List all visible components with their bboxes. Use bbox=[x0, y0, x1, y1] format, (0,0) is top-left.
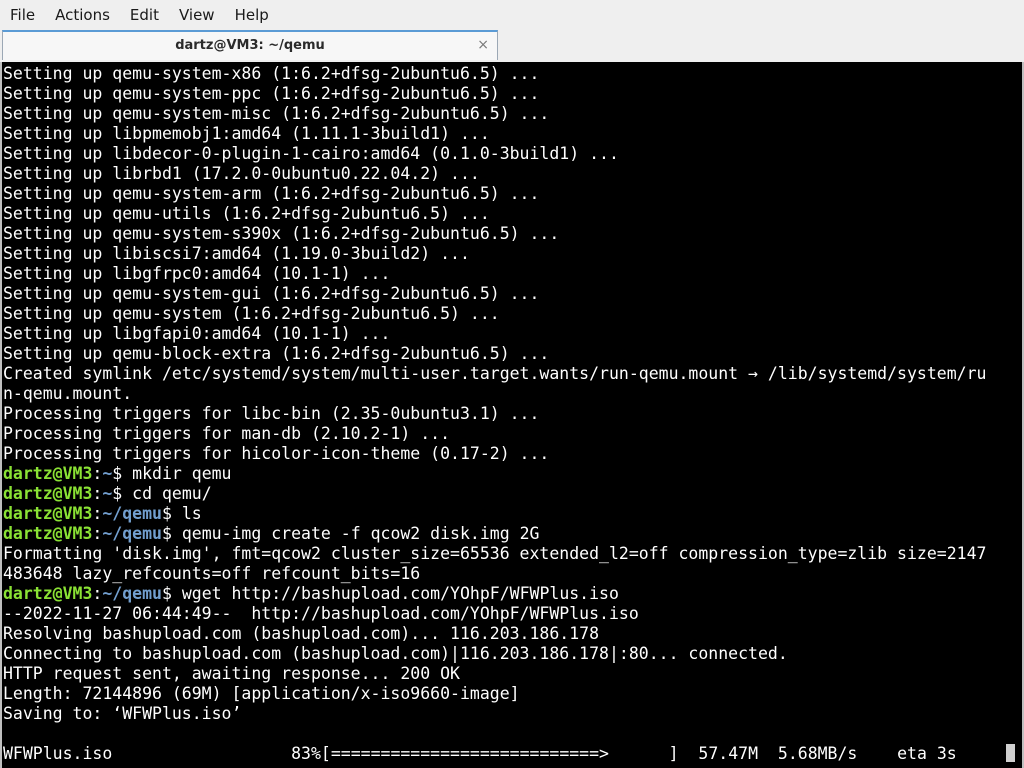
terminal-window[interactable]: Setting up qemu-system-x86 (1:6.2+dfsg-2… bbox=[0, 62, 1024, 768]
output-line: Length: 72144896 (69M) [application/x-is… bbox=[3, 684, 520, 703]
output-line: Setting up qemu-block-extra (1:6.2+dfsg-… bbox=[3, 344, 550, 363]
output-line: Setting up libgfapi0:amd64 (10.1-1) ... bbox=[3, 324, 391, 343]
prompt-user: dartz@VM3 bbox=[3, 504, 93, 523]
download-progress: WFWPlus.iso 83%[========================… bbox=[3, 744, 1016, 764]
progress-filename: WFWPlus.iso bbox=[3, 744, 113, 763]
command-text: qemu-img create -f qcow2 disk.img 2G bbox=[181, 524, 540, 543]
tab-bar: dartz@VM3: ~/qemu × bbox=[0, 30, 1024, 63]
prompt-line: dartz@VM3:~/qemu$ ls bbox=[3, 504, 1013, 524]
menu-bar: File Actions Edit View Help bbox=[0, 0, 1024, 30]
prompt-colon: : bbox=[92, 484, 103, 503]
prompt-line: dartz@VM3:~/qemu$ wget http://bashupload… bbox=[3, 584, 1013, 604]
command-text: cd qemu/ bbox=[132, 484, 212, 503]
close-icon[interactable]: × bbox=[477, 32, 489, 58]
output-line: Processing triggers for man-db (2.10.2-1… bbox=[3, 424, 451, 443]
output-line: --2022-11-27 06:44:49-- http://bashuploa… bbox=[3, 604, 639, 623]
progress-speed: 5.68MB/s bbox=[777, 744, 858, 763]
progress-percent: 83% bbox=[291, 744, 321, 763]
terminal-output: Setting up qemu-system-x86 (1:6.2+dfsg-2… bbox=[3, 64, 1013, 724]
terminal-cursor bbox=[1006, 744, 1016, 762]
output-line: Setting up libgfrpc0:amd64 (10.1-1) ... bbox=[3, 264, 391, 283]
output-line: Setting up qemu-system-arm (1:6.2+dfsg-2… bbox=[3, 184, 540, 203]
menu-file[interactable]: File bbox=[0, 0, 45, 30]
progress-received: 57.47M bbox=[698, 744, 759, 763]
progress-eta-label: eta bbox=[897, 744, 927, 763]
output-line: Connecting to bashupload.com (bashupload… bbox=[3, 644, 788, 663]
output-line: Created symlink /etc/systemd/system/mult… bbox=[3, 364, 987, 383]
output-line: Setting up qemu-utils (1:6.2+dfsg-2ubunt… bbox=[3, 204, 490, 223]
prompt-path: ~/qemu bbox=[102, 524, 162, 543]
prompt-colon: : bbox=[92, 584, 103, 603]
tab-title: dartz@VM3: ~/qemu bbox=[175, 38, 325, 53]
prompt-user: dartz@VM3 bbox=[3, 524, 93, 543]
menu-help[interactable]: Help bbox=[225, 0, 279, 30]
prompt-dollar: $ bbox=[161, 504, 182, 523]
output-line: Setting up qemu-system-ppc (1:6.2+dfsg-2… bbox=[3, 84, 540, 103]
prompt-dollar: $ bbox=[161, 584, 182, 603]
output-line: Setting up libdecor-0-plugin-1-cairo:amd… bbox=[3, 144, 619, 163]
output-line: Setting up qemu-system-gui (1:6.2+dfsg-2… bbox=[3, 284, 540, 303]
prompt-path: ~ bbox=[102, 484, 113, 503]
output-line: Setting up qemu-system-x86 (1:6.2+dfsg-2… bbox=[3, 64, 540, 83]
prompt-colon: : bbox=[92, 504, 103, 523]
output-line: n-qemu.mount. bbox=[3, 384, 133, 403]
prompt-line: dartz@VM3:~$ cd qemu/ bbox=[3, 484, 1013, 504]
prompt-dollar: $ bbox=[112, 464, 133, 483]
prompt-dollar: $ bbox=[112, 484, 133, 503]
menu-view[interactable]: View bbox=[169, 0, 225, 30]
output-line: HTTP request sent, awaiting response... … bbox=[3, 664, 460, 683]
output-line: Setting up libiscsi7:amd64 (1.19.0-3buil… bbox=[3, 244, 470, 263]
prompt-path: ~/qemu bbox=[102, 584, 162, 603]
command-text: mkdir qemu bbox=[132, 464, 232, 483]
output-line: Setting up libpmemobj1:amd64 (1.11.1-3bu… bbox=[3, 124, 490, 143]
output-line: Saving to: ‘WFWPlus.iso’ bbox=[3, 704, 242, 723]
output-line: Setting up librbd1 (17.2.0-0ubuntu0.22.0… bbox=[3, 164, 480, 183]
menu-actions[interactable]: Actions bbox=[45, 0, 120, 30]
output-line: Setting up qemu-system-s390x (1:6.2+dfsg… bbox=[3, 224, 560, 243]
output-line: Processing triggers for hicolor-icon-the… bbox=[3, 444, 550, 463]
menu-edit[interactable]: Edit bbox=[120, 0, 169, 30]
prompt-line: dartz@VM3:~$ mkdir qemu bbox=[3, 464, 1013, 484]
prompt-line: dartz@VM3:~/qemu$ qemu-img create -f qco… bbox=[3, 524, 1013, 544]
prompt-user: dartz@VM3 bbox=[3, 464, 93, 483]
tab-terminal[interactable]: dartz@VM3: ~/qemu × bbox=[2, 30, 498, 60]
prompt-colon: : bbox=[92, 524, 103, 543]
output-line: 483648 lazy_refcounts=off refcount_bits=… bbox=[3, 564, 421, 583]
output-line: Resolving bashupload.com (bashupload.com… bbox=[3, 624, 600, 643]
command-text: wget http://bashupload.com/YOhpF/WFWPlus… bbox=[181, 584, 619, 603]
prompt-dollar: $ bbox=[161, 524, 182, 543]
output-line: Processing triggers for libc-bin (2.35-0… bbox=[3, 404, 540, 423]
prompt-user: dartz@VM3 bbox=[3, 584, 93, 603]
progress-bar: [===========================> ] bbox=[320, 744, 679, 763]
progress-eta: 3s bbox=[936, 744, 957, 763]
output-line: Setting up qemu-system-misc (1:6.2+dfsg-… bbox=[3, 104, 550, 123]
prompt-path: ~ bbox=[102, 464, 113, 483]
output-line: Formatting 'disk.img', fmt=qcow2 cluster… bbox=[3, 544, 987, 563]
output-line: Setting up qemu-system (1:6.2+dfsg-2ubun… bbox=[3, 304, 500, 323]
command-text: ls bbox=[181, 504, 202, 523]
prompt-colon: : bbox=[92, 464, 103, 483]
prompt-path: ~/qemu bbox=[102, 504, 162, 523]
prompt-user: dartz@VM3 bbox=[3, 484, 93, 503]
